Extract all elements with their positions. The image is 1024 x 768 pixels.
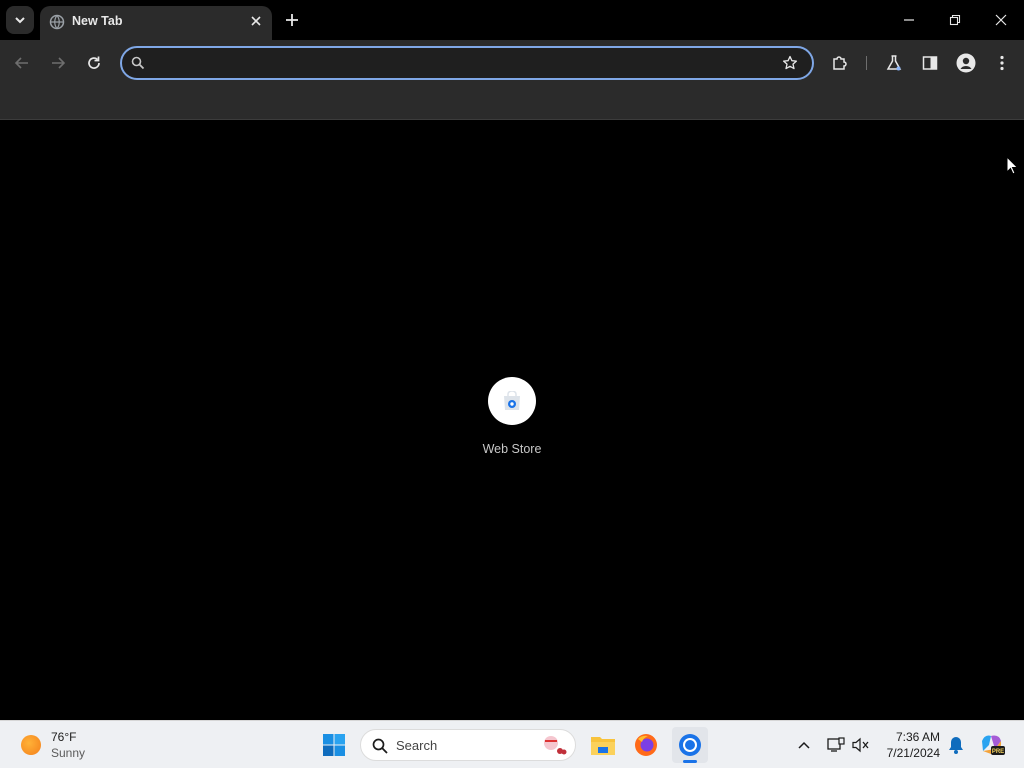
windows-taskbar: 76°F Sunny Search 7:36 AM 7/21/2024 PRE	[0, 720, 1024, 768]
display-network-icon	[827, 737, 845, 752]
address-bar[interactable]	[120, 46, 814, 80]
search-highlight-icon	[544, 736, 567, 755]
profile-avatar-icon	[956, 53, 976, 73]
tab-search-button[interactable]	[6, 6, 34, 34]
tab-title: New Tab	[72, 14, 123, 28]
notifications-button[interactable]	[940, 727, 972, 763]
sun-icon	[21, 735, 41, 755]
search-icon	[131, 56, 145, 70]
chrome-icon	[679, 734, 701, 756]
minimize-icon	[904, 19, 914, 21]
back-button[interactable]	[8, 49, 36, 77]
reload-icon	[88, 56, 100, 69]
address-input[interactable]	[156, 53, 756, 73]
svg-text:PRE: PRE	[992, 749, 1004, 755]
firefox-icon	[635, 734, 657, 756]
windows-start-icon	[323, 734, 345, 756]
mouse-cursor-icon	[1006, 156, 1019, 175]
profile-button[interactable]	[952, 49, 980, 77]
menu-button[interactable]	[988, 49, 1016, 77]
chevron-down-icon	[15, 17, 25, 24]
bell-icon	[949, 737, 963, 754]
weather-description: Sunny	[51, 746, 86, 760]
shortcut-label: Web Store	[482, 442, 542, 456]
file-explorer-icon	[591, 737, 615, 755]
clock-time[interactable]: 7:36 AM	[870, 730, 940, 744]
web-store-icon	[504, 391, 520, 410]
plus-icon	[286, 14, 298, 26]
tab-close-button[interactable]	[246, 11, 266, 31]
active-app-indicator	[683, 760, 697, 763]
tab-strip: New Tab	[0, 0, 1024, 40]
forward-button[interactable]	[44, 49, 72, 77]
restore-icon	[949, 14, 961, 26]
side-panel-icon	[922, 56, 938, 70]
extensions-icon	[833, 56, 847, 70]
close-window-button[interactable]	[978, 0, 1024, 40]
labs-flask-icon	[886, 55, 902, 71]
close-icon	[995, 14, 1007, 26]
weather-temperature: 76°F	[51, 730, 77, 744]
labs-button[interactable]	[880, 49, 908, 77]
minimize-button[interactable]	[886, 0, 932, 40]
new-tab-button[interactable]	[280, 8, 304, 32]
restore-button[interactable]	[932, 0, 978, 40]
kebab-menu-icon	[1000, 55, 1004, 71]
firefox-button[interactable]	[628, 727, 664, 763]
speaker-muted-icon	[852, 737, 869, 753]
start-button[interactable]	[316, 727, 352, 763]
clock-date[interactable]: 7/21/2024	[870, 746, 940, 760]
back-arrow-icon	[14, 57, 28, 69]
tab-new-tab[interactable]: New Tab	[40, 6, 272, 40]
search-icon	[372, 738, 388, 754]
chevron-up-icon	[798, 741, 810, 749]
browser-toolbar	[0, 40, 1024, 86]
show-hidden-icons-button[interactable]	[787, 727, 821, 763]
reload-button[interactable]	[80, 49, 108, 77]
new-tab-page: Web Store	[0, 121, 1024, 720]
weather-widget[interactable]: 76°F Sunny	[18, 727, 118, 763]
taskbar-search[interactable]: Search	[360, 729, 576, 761]
search-label: Search	[396, 738, 438, 753]
star-icon[interactable]	[782, 55, 798, 71]
chrome-button[interactable]	[672, 727, 708, 763]
side-panel-button[interactable]	[916, 49, 944, 77]
shortcut-icon-circle	[488, 377, 536, 425]
extensions-button[interactable]	[826, 49, 854, 77]
copilot-button[interactable]: PRE	[974, 727, 1010, 763]
shortcut-web-store[interactable]: Web Store	[472, 377, 552, 467]
bookmarks-bar	[0, 86, 1024, 120]
close-icon	[251, 16, 261, 26]
globe-icon	[49, 14, 65, 30]
copilot-icon: PRE	[982, 735, 1005, 755]
toolbar-divider	[866, 56, 867, 70]
forward-arrow-icon	[52, 57, 66, 69]
file-explorer-button[interactable]	[585, 727, 621, 763]
